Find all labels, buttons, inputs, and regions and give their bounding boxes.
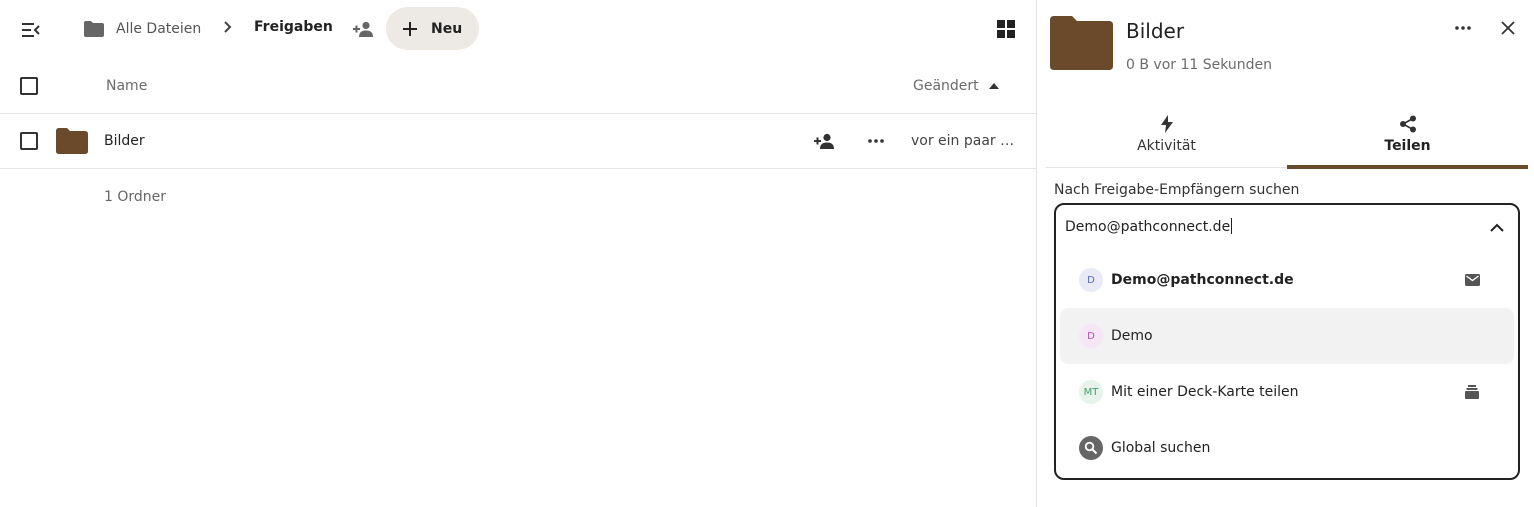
more-actions-icon[interactable]	[1449, 14, 1477, 42]
search-icon	[1079, 436, 1103, 460]
file-modified: vor ein paar Sekunden	[911, 133, 1023, 149]
suggestion-user-demo[interactable]: D Demo	[1060, 308, 1514, 364]
folder-icon	[56, 128, 88, 154]
tab-share-label: Teilen	[1384, 138, 1431, 154]
file-list-panel: Alle Dateien Freigaben Neu Name Geändert	[0, 0, 1036, 507]
column-header-name[interactable]: Name	[106, 78, 147, 94]
text-caret	[1231, 218, 1233, 234]
activity-bolt-icon	[1160, 115, 1173, 133]
share-icon	[1399, 115, 1417, 133]
sidebar-subtitle: 0 B vor 11 Sekunden	[1126, 57, 1273, 73]
suggestion-label: Global suchen	[1111, 440, 1211, 456]
file-list-header: Name Geändert	[0, 58, 1036, 114]
suggestion-label: Demo@pathconnect.de	[1111, 272, 1294, 288]
avatar: D	[1079, 268, 1103, 292]
navigation-toggle-icon[interactable]	[15, 14, 47, 46]
sidebar-title: Bilder	[1126, 19, 1185, 43]
share-folder-icon[interactable]	[350, 15, 378, 43]
column-header-modified-label: Geändert	[913, 78, 979, 94]
plus-icon	[403, 21, 417, 36]
suggestion-label: Demo	[1111, 328, 1153, 344]
folder-icon	[84, 21, 104, 37]
recipient-search-value: Demo@pathconnect.de	[1065, 219, 1231, 235]
breadcrumb-all-files[interactable]: Alle Dateien	[84, 12, 201, 46]
sidebar-tabs: Aktivität Teilen	[1046, 104, 1528, 169]
tab-share[interactable]: Teilen	[1287, 104, 1528, 169]
folder-icon	[1050, 15, 1113, 70]
recipient-search-combobox[interactable]: Demo@pathconnect.de D Demo@pathconnect.d…	[1054, 203, 1520, 480]
recipient-search-input[interactable]: Demo@pathconnect.de	[1065, 218, 1233, 235]
new-button-label: Neu	[431, 20, 463, 37]
file-row[interactable]: Bilder vor ein paar Sekunden	[0, 114, 1036, 169]
more-actions-icon[interactable]	[863, 128, 889, 154]
deck-icon	[1463, 383, 1481, 401]
row-checkbox[interactable]	[20, 132, 38, 150]
suggestion-email-demo[interactable]: D Demo@pathconnect.de	[1060, 252, 1514, 308]
breadcrumb-home-label: Alle Dateien	[116, 21, 202, 37]
column-header-modified[interactable]: Geändert	[913, 78, 999, 94]
avatar: D	[1079, 324, 1103, 348]
email-icon	[1463, 271, 1481, 289]
sort-ascending-icon	[988, 83, 999, 89]
details-sidebar: Bilder 0 B vor 11 Sekunden Aktivität Tei…	[1036, 0, 1534, 507]
tab-activity-label: Aktivität	[1137, 138, 1196, 154]
files-topbar: Alle Dateien Freigaben Neu	[0, 0, 1036, 58]
list-summary: 1 Ordner	[104, 189, 167, 205]
chevron-right-icon	[222, 19, 234, 35]
suggestion-global-search[interactable]: Global suchen	[1060, 420, 1514, 476]
file-name[interactable]: Bilder	[104, 133, 145, 149]
chevron-up-icon[interactable]	[1486, 216, 1508, 238]
suggestion-deck-card[interactable]: MT Mit einer Deck-Karte teilen	[1060, 364, 1514, 420]
avatar: MT	[1079, 380, 1103, 404]
breadcrumb-current[interactable]: Freigaben	[254, 19, 333, 35]
search-recipients-label: Nach Freigabe-Empfängern suchen	[1054, 182, 1300, 198]
close-icon[interactable]	[1494, 14, 1522, 42]
suggestion-label: Mit einer Deck-Karte teilen	[1111, 384, 1299, 400]
share-icon[interactable]	[812, 128, 838, 154]
select-all-checkbox[interactable]	[20, 77, 38, 95]
new-button[interactable]: Neu	[386, 7, 479, 50]
tab-activity[interactable]: Aktivität	[1046, 104, 1287, 168]
grid-view-icon[interactable]	[992, 15, 1020, 43]
